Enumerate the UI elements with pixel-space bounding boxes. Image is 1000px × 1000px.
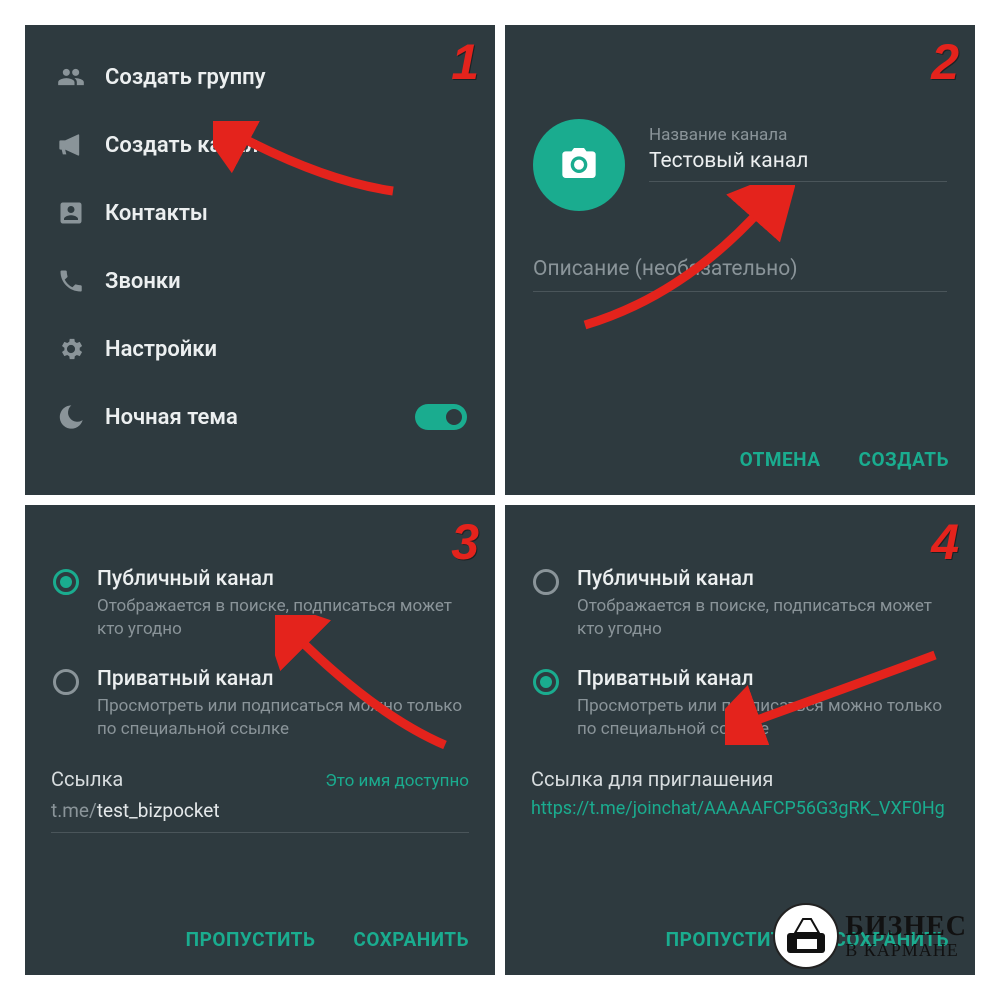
contact-icon: [57, 199, 105, 227]
radio-description: Просмотреть или подписаться можно только…: [97, 695, 473, 741]
menu-settings[interactable]: Настройки: [29, 315, 491, 383]
watermark-logo-icon: [773, 903, 839, 969]
radio-title: Публичный канал: [97, 567, 473, 591]
megaphone-icon: [57, 131, 105, 159]
menu-create-channel[interactable]: Создать канал: [29, 111, 491, 179]
night-mode-toggle[interactable]: [415, 404, 467, 430]
radio-public-channel[interactable]: Публичный канал Отображается в поиске, п…: [53, 567, 473, 641]
link-slug: test_bizpocket: [97, 799, 220, 822]
skip-button[interactable]: ПРОПУСТИТЬ: [186, 928, 316, 951]
create-button[interactable]: СОЗДАТЬ: [859, 448, 949, 471]
invite-link-value[interactable]: https://t.me/joinchat/AAAAAFCP56G3gRK_VX…: [531, 797, 949, 821]
gear-icon: [57, 335, 105, 363]
step-number-3: 3: [451, 513, 479, 571]
radio-description: Отображается в поиске, подписаться может…: [97, 595, 473, 641]
menu-label: Создать канал: [105, 133, 491, 158]
menu-label: Звонки: [105, 269, 491, 294]
menu-label: Создать группу: [105, 65, 491, 90]
main-menu: Создать группу Создать канал Контакты Зв…: [25, 25, 495, 451]
radio-icon: [53, 669, 79, 695]
panel-3-public: 3 Публичный канал Отображается в поиске,…: [25, 505, 495, 975]
radio-icon: [533, 669, 559, 695]
menu-create-group[interactable]: Создать группу: [29, 43, 491, 111]
link-label: Ссылка: [51, 767, 123, 791]
panel-2-create-channel: 2 Название канала Тестовый канал Описани…: [505, 25, 975, 495]
cancel-button[interactable]: ОТМЕНА: [740, 448, 821, 471]
menu-calls[interactable]: Звонки: [29, 247, 491, 315]
phone-icon: [57, 267, 105, 295]
radio-private-channel[interactable]: Приватный канал Просмотреть или подписат…: [53, 667, 473, 741]
radio-icon: [533, 569, 559, 595]
channel-name-input[interactable]: Тестовый канал: [649, 149, 947, 182]
panel-1-menu: 1 Создать группу Создать канал Контакты: [25, 25, 495, 495]
menu-label: Контакты: [105, 201, 491, 226]
menu-contacts[interactable]: Контакты: [29, 179, 491, 247]
group-icon: [57, 63, 105, 91]
channel-name-label: Название канала: [649, 125, 947, 145]
radio-title: Приватный канал: [97, 667, 473, 691]
channel-link-input[interactable]: t.me/test_bizpocket: [51, 799, 469, 833]
menu-night-mode[interactable]: Ночная тема: [29, 383, 491, 451]
radio-private-channel[interactable]: Приватный канал Просмотреть или подписат…: [533, 667, 953, 741]
radio-description: Просмотреть или подписаться можно только…: [577, 695, 953, 741]
link-prefix: t.me/: [51, 799, 97, 822]
radio-icon: [53, 569, 79, 595]
moon-icon: [57, 403, 105, 431]
step-number-4: 4: [931, 513, 959, 571]
watermark-line1: БИЗНЕС: [845, 913, 967, 941]
radio-title: Приватный канал: [577, 667, 953, 691]
menu-label: Ночная тема: [105, 405, 415, 430]
watermark: БИЗНЕС В КАРМАНЕ: [773, 903, 967, 969]
camera-icon: [559, 143, 599, 187]
link-available-text: Это имя доступно: [325, 771, 469, 791]
save-button[interactable]: СОХРАНИТЬ: [353, 928, 469, 951]
invite-link-label: Ссылка для приглашения: [531, 767, 949, 791]
step-number-2: 2: [931, 33, 959, 91]
menu-label: Настройки: [105, 337, 491, 362]
radio-description: Отображается в поиске, подписаться может…: [577, 595, 953, 641]
channel-description-input[interactable]: Описание (необязательно): [533, 257, 947, 292]
step-number-1: 1: [451, 33, 479, 91]
radio-public-channel[interactable]: Публичный канал Отображается в поиске, п…: [533, 567, 953, 641]
channel-photo-button[interactable]: [533, 119, 625, 211]
watermark-line2: В КАРМАНЕ: [845, 941, 967, 959]
radio-title: Публичный канал: [577, 567, 953, 591]
